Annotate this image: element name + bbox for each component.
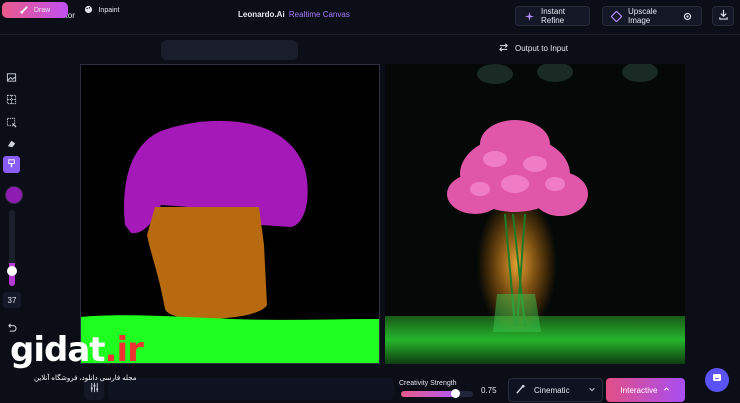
mode-toggle: [161, 40, 298, 60]
upscale-image-button[interactable]: Upscale Image: [602, 6, 702, 26]
chat-support-button[interactable]: [705, 368, 729, 392]
drawing-canvas[interactable]: [80, 64, 380, 364]
opacity-slider-thumb[interactable]: [7, 266, 17, 276]
upscale-icon: [611, 10, 622, 22]
output-to-input-button[interactable]: Output to Input: [498, 42, 568, 55]
chevron-down-icon: [588, 385, 596, 395]
chat-icon: [711, 371, 723, 389]
tab-inpaint-label: Inpaint: [98, 6, 120, 14]
image-icon: [6, 70, 17, 88]
gear-icon[interactable]: [682, 11, 693, 22]
creativity-strength-control: Creativity Strength 0.75: [399, 380, 503, 402]
page-title: Leonardo.Ai Realtime Canvas: [238, 10, 350, 19]
style-dropdown[interactable]: Cinematic: [508, 378, 603, 402]
image-tool-button[interactable]: [3, 70, 20, 87]
sparkle-icon: [524, 11, 535, 22]
brush-tool-button[interactable]: [3, 156, 20, 173]
title-brand: Leonardo.Ai: [238, 10, 285, 19]
watermark-logo: gidat.ir: [10, 330, 144, 370]
chevron-up-icon: [663, 386, 670, 395]
upscale-image-label: Upscale Image: [628, 7, 657, 25]
eraser-tool-button[interactable]: [3, 136, 20, 153]
sketch-drawing: [81, 120, 379, 363]
creativity-strength-value: 0.75: [481, 386, 497, 395]
brush-size-value[interactable]: 37: [3, 292, 21, 308]
output-image: [385, 64, 685, 364]
swap-icon: [498, 42, 509, 55]
creativity-slider-thumb[interactable]: [451, 389, 460, 398]
style-label: Cinematic: [534, 385, 570, 395]
brush-tool-icon: [6, 156, 17, 174]
instant-refine-button[interactable]: Instant Refine: [515, 6, 590, 26]
tab-draw-label: Draw: [33, 6, 51, 14]
style-brush-icon: [515, 384, 526, 397]
output-to-input-label: Output to Input: [515, 44, 568, 53]
download-button[interactable]: [712, 6, 734, 26]
interactive-label: Interactive: [620, 385, 658, 395]
brush-icon: [20, 5, 29, 16]
tab-inpaint[interactable]: Inpaint: [69, 2, 135, 18]
flower-vase-image: [385, 64, 685, 364]
eraser-icon: [6, 136, 17, 154]
watermark: gidat.ir مجله فارسی دانلود، فروشگاه آنلا…: [4, 330, 154, 390]
creativity-strength-label: Creativity Strength: [399, 380, 457, 387]
crop-icon: [6, 115, 17, 133]
download-icon: [718, 7, 729, 25]
interactive-button[interactable]: Interactive: [606, 378, 685, 402]
grid-select-icon: [6, 92, 17, 110]
brush-color-swatch[interactable]: [5, 186, 23, 204]
tab-draw[interactable]: Draw: [2, 2, 68, 18]
watermark-tagline: مجله فارسی دانلود، فروشگاه آنلاین: [34, 375, 137, 382]
palette-icon: [84, 5, 93, 16]
crop-tool-button[interactable]: [3, 115, 20, 132]
creativity-slider[interactable]: [401, 391, 473, 397]
instant-refine-label: Instant Refine: [541, 7, 566, 25]
creativity-slider-fill: [401, 391, 455, 397]
grid-select-tool-button[interactable]: [3, 92, 20, 109]
title-accent: Realtime Canvas: [288, 10, 350, 19]
